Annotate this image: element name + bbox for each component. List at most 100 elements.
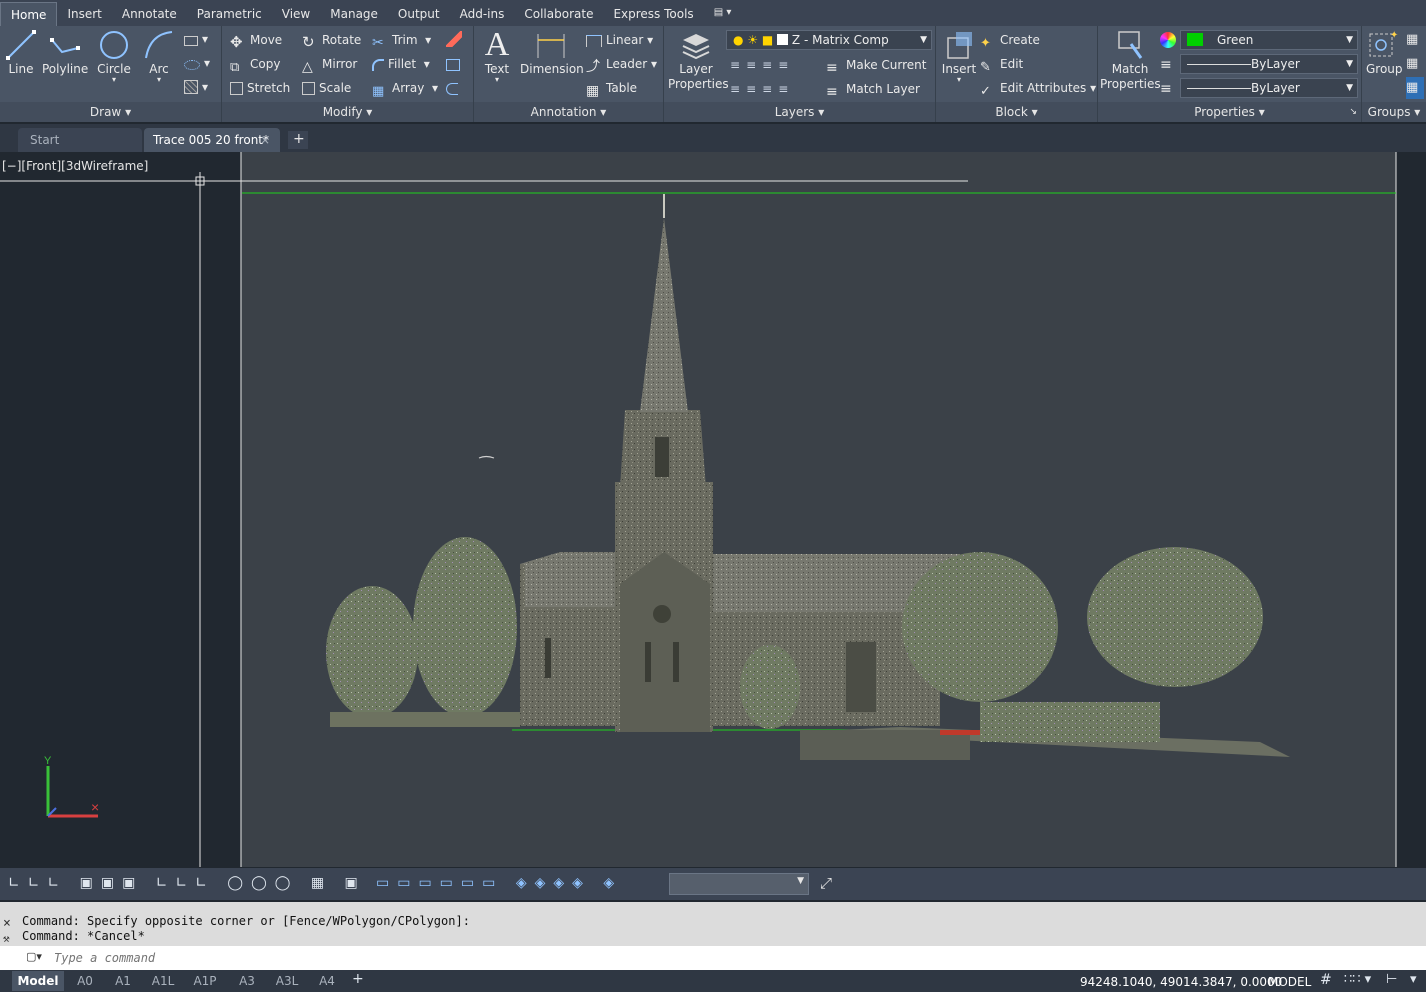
panel-draw-title[interactable]: Draw ▾ bbox=[0, 102, 221, 122]
panel-block-title[interactable]: Block ▾ bbox=[936, 102, 1097, 122]
layout-tab-a3[interactable]: A3 bbox=[232, 973, 262, 989]
match-layer-button[interactable]: ≡ Match Layer bbox=[826, 78, 920, 100]
layer-isolate-icon[interactable]: ≡ bbox=[746, 58, 762, 72]
linetype-dropdown[interactable]: ByLayer ▼ bbox=[1180, 54, 1358, 74]
layer-properties-button[interactable]: Layer Properties bbox=[668, 28, 729, 92]
layout-tab-a1l[interactable]: A1L bbox=[146, 973, 180, 989]
hatch-button[interactable]: ▾ bbox=[184, 76, 208, 98]
command-panel-settings-icon[interactable]: ⚒ bbox=[3, 932, 10, 945]
new-tab-button[interactable]: + bbox=[288, 131, 308, 149]
table-button[interactable]: ▦ Table bbox=[586, 77, 637, 99]
drawing-canvas[interactable]: Y × bbox=[0, 152, 1426, 867]
move-button[interactable]: ✥ Move bbox=[230, 29, 282, 51]
tab-annotate[interactable]: Annotate bbox=[112, 2, 187, 26]
tab-view[interactable]: View bbox=[272, 2, 320, 26]
edit-attributes-button[interactable]: ✓ Edit Attributes ▾ bbox=[980, 77, 1096, 99]
named-views-dropdown[interactable]: ▼ bbox=[669, 873, 809, 895]
drawing-viewport[interactable]: [−][Front][3dWireframe] Y × bbox=[0, 152, 1426, 867]
layer-thaw-icon[interactable]: ≡ bbox=[762, 82, 778, 96]
offset-button[interactable] bbox=[446, 77, 462, 99]
erase-button[interactable] bbox=[446, 29, 466, 51]
array-button[interactable]: ▦ Array ▾ bbox=[372, 77, 438, 99]
tab-express-tools[interactable]: Express Tools bbox=[603, 2, 703, 26]
dialog-launcher-icon[interactable]: ↘ bbox=[1349, 102, 1357, 122]
edit-block-button[interactable]: ✎ Edit bbox=[980, 53, 1023, 75]
fillet-button[interactable]: Fillet ▾ bbox=[372, 53, 430, 75]
layout-tab-a1p[interactable]: A1P bbox=[188, 973, 222, 989]
doc-tab-start[interactable]: Start bbox=[18, 128, 142, 152]
explode-button[interactable] bbox=[446, 53, 464, 75]
group-button[interactable]: ✦ Group bbox=[1366, 28, 1403, 76]
layer-unlock-icon[interactable]: ≡ bbox=[778, 82, 794, 96]
lineweight-dropdown[interactable]: ByLayer ▼ bbox=[1180, 78, 1358, 98]
layout-tab-a3l[interactable]: A3L bbox=[270, 973, 304, 989]
model-space-toggle[interactable]: MODEL bbox=[1268, 973, 1311, 991]
tab-addins[interactable]: Add-ins bbox=[450, 2, 515, 26]
doc-tab-active[interactable]: Trace 005 20 front* × bbox=[144, 128, 280, 152]
create-block-icon: ✦ bbox=[980, 36, 991, 51]
rotate-button[interactable]: ↻ Rotate bbox=[302, 29, 361, 51]
arc-button[interactable]: Arc ▾ bbox=[142, 28, 176, 84]
tab-manage[interactable]: Manage bbox=[320, 2, 388, 26]
leader-button[interactable]: ⤴ Leader ▾ bbox=[586, 53, 657, 75]
trim-button[interactable]: ✂ Trim ▾ bbox=[372, 29, 431, 51]
view-cube-icons[interactable]: ▭▭▭▭▭▭ ◈◈◈◈ ◈ bbox=[376, 875, 622, 891]
panel-properties-title[interactable]: Properties ▾ ↘ bbox=[1098, 102, 1361, 122]
tab-output[interactable]: Output bbox=[388, 2, 450, 26]
match-properties-label: Match Properties bbox=[1100, 62, 1161, 91]
group-selection-toggle[interactable]: ▦ bbox=[1406, 77, 1424, 99]
make-current-button[interactable]: ≡ Make Current bbox=[826, 54, 927, 76]
layer-unisolate-icon[interactable]: ≡ bbox=[746, 82, 762, 96]
layer-off-icon[interactable]: ≡ bbox=[730, 58, 746, 72]
rectangle-button[interactable]: ▾ bbox=[184, 28, 208, 50]
tab-home[interactable]: Home bbox=[0, 2, 58, 26]
line-button[interactable]: Line bbox=[4, 28, 38, 76]
text-button[interactable]: A Text ▾ bbox=[480, 28, 514, 84]
grid-toggle-icon[interactable]: # bbox=[1320, 972, 1332, 988]
panel-groups-title[interactable]: Groups ▾ bbox=[1362, 102, 1426, 122]
chevron-down-icon: ▼ bbox=[1346, 83, 1353, 93]
layer-freeze-icon[interactable]: ≡ bbox=[762, 58, 778, 72]
tab-insert[interactable]: Insert bbox=[57, 2, 111, 26]
command-panel-close-icon[interactable]: × bbox=[3, 916, 11, 931]
polyline-button[interactable]: Polyline bbox=[42, 28, 88, 76]
copy-button[interactable]: ⧉ Copy bbox=[230, 53, 280, 75]
group-edit-button[interactable]: ▦ bbox=[1406, 53, 1418, 75]
snap-toggle-icon[interactable]: ∷∷ ▾ bbox=[1344, 972, 1371, 987]
layout-tab-a4[interactable]: A4 bbox=[312, 973, 342, 989]
create-block-button[interactable]: ✦ Create bbox=[980, 29, 1040, 51]
insert-block-button[interactable]: Insert ▾ bbox=[940, 28, 978, 84]
customize-icon[interactable]: ▾ bbox=[1410, 972, 1417, 987]
layout-tab-model[interactable]: Model bbox=[12, 971, 64, 991]
ungroup-button[interactable]: ▦ bbox=[1406, 29, 1418, 51]
layer-dropdown[interactable]: ● ☀ ■ Z - Matrix Comp ▼ bbox=[726, 30, 932, 50]
color-dropdown[interactable]: Green ▼ bbox=[1180, 30, 1358, 50]
match-properties-button[interactable]: Match Properties bbox=[1100, 28, 1161, 92]
add-layout-button[interactable]: + bbox=[352, 971, 364, 987]
layout-tab-a1[interactable]: A1 bbox=[108, 973, 138, 989]
panel-layers-title[interactable]: Layers ▾ bbox=[664, 102, 935, 122]
coordinates-readout[interactable]: 94248.1040, 49014.3847, 0.0000 bbox=[1080, 973, 1282, 991]
ribbon-minimize-toggle[interactable]: ▤ ▾ bbox=[704, 2, 742, 26]
mirror-button[interactable]: △ Mirror bbox=[302, 53, 357, 75]
layout-tab-a0[interactable]: A0 bbox=[70, 973, 100, 989]
scale-button[interactable]: Scale bbox=[302, 77, 351, 99]
ucs-toolbar-icons[interactable]: ∟∟∟ ▣▣▣ ∟∟∟ ◯◯◯ ▦ ▣ bbox=[8, 875, 366, 891]
tab-parametric[interactable]: Parametric bbox=[187, 2, 272, 26]
dimension-button[interactable]: Dimension bbox=[520, 28, 584, 76]
infer-constraints-icon[interactable]: ⊢ bbox=[1386, 972, 1397, 987]
command-input[interactable] bbox=[54, 948, 1414, 968]
stretch-button[interactable]: Stretch bbox=[230, 77, 290, 99]
panel-modify-title[interactable]: Modify ▾ bbox=[222, 102, 473, 122]
circle-button[interactable]: Circle ▾ bbox=[94, 28, 134, 84]
linear-dimension-button[interactable]: Linear ▾ bbox=[586, 29, 653, 51]
close-icon[interactable]: × bbox=[260, 128, 270, 152]
command-prompt-icon[interactable]: ▢▾ bbox=[26, 950, 42, 963]
pan-icon[interactable]: ⤢ bbox=[820, 874, 832, 892]
layer-lock-icon[interactable]: ≡ bbox=[778, 58, 794, 72]
panel-annotation-title[interactable]: Annotation ▾ bbox=[474, 102, 663, 122]
ellipse-button[interactable]: ▾ bbox=[184, 52, 210, 74]
layout-status-bar: Model A0 A1 A1L A1P A3 A3L A4 + 94248.10… bbox=[0, 970, 1426, 992]
tab-collaborate[interactable]: Collaborate bbox=[514, 2, 603, 26]
layer-on-icon[interactable]: ≡ bbox=[730, 82, 746, 96]
